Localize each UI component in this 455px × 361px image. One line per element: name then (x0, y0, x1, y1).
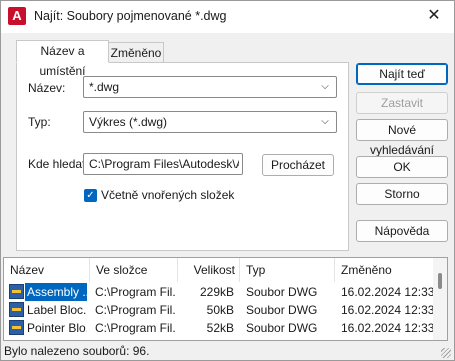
file-modified: 16.02.2024 12:33 (341, 321, 434, 335)
resize-grip-icon[interactable] (441, 348, 451, 358)
file-folder: C:\Program Fil... (95, 321, 175, 335)
window-title: Najít: Soubory pojmenované *.dwg (34, 9, 227, 23)
file-modified: 16.02.2024 12:33 (341, 285, 434, 299)
tab-panel: Název: *.dwg ⌵ Typ: Výkres (*.dwg) ⌵ Kde… (16, 62, 349, 251)
tab-label: Název a umístění (39, 44, 86, 78)
file-type: Soubor DWG (246, 285, 318, 299)
browse-button[interactable]: Procházet (262, 154, 334, 176)
file-name: Assembly ... (25, 283, 87, 301)
stop-button[interactable]: Zastavit (356, 92, 448, 114)
find-dialog-window: A Najít: Soubory pojmenované *.dwg ✕ Náz… (0, 0, 455, 361)
subfolders-label: Včetně vnořených složek (101, 188, 235, 202)
file-modified: 16.02.2024 12:33 (341, 303, 434, 317)
type-label: Typ: (28, 115, 51, 129)
file-size: 229kB (199, 285, 234, 299)
ok-button[interactable]: OK (356, 156, 448, 178)
dwg-file-icon (9, 284, 24, 299)
file-size: 52kB (206, 321, 234, 335)
tab-modified[interactable]: Změněno (108, 42, 164, 63)
type-combo[interactable]: Výkres (*.dwg) ⌵ (83, 111, 337, 133)
vertical-scrollbar[interactable] (433, 258, 447, 340)
column-header-type[interactable]: Typ (240, 258, 335, 282)
title-bar: A Najít: Soubory pojmenované *.dwg ✕ (1, 1, 454, 33)
file-folder: C:\Program Fil... (95, 303, 175, 317)
type-value: Výkres (*.dwg) (89, 115, 168, 129)
autocad-app-icon: A (8, 7, 26, 25)
column-header-modified[interactable]: Změněno (335, 258, 434, 282)
file-type: Soubor DWG (246, 303, 318, 317)
column-header-folder[interactable]: Ve složce (90, 258, 178, 282)
look-in-label: Kde hledat: (28, 157, 89, 171)
file-name: Pointer Blo... (27, 321, 87, 335)
new-search-button[interactable]: Nové vyhledávání (356, 119, 448, 157)
scrollbar-thumb[interactable] (438, 273, 442, 289)
file-folder: C:\Program Fil... (95, 285, 175, 299)
table-row[interactable]: Assembly ... C:\Program Fil... 229kB Sou… (4, 283, 434, 301)
help-button[interactable]: Nápověda (356, 220, 448, 242)
status-bar: Bylo nalezeno souborů: 96. (1, 343, 454, 360)
cancel-button[interactable]: Storno (356, 183, 448, 205)
table-row[interactable]: Label Bloc... C:\Program Fil... 50kB Sou… (4, 301, 434, 319)
look-in-value: C:\Program Files\Autodesk\A (89, 157, 239, 171)
subfolders-checkbox[interactable]: ✓ (84, 189, 97, 202)
name-value: *.dwg (89, 80, 120, 94)
close-icon[interactable]: ✕ (424, 5, 444, 27)
file-size: 50kB (206, 303, 234, 317)
column-header-name[interactable]: Název (4, 258, 90, 282)
name-combo[interactable]: *.dwg ⌵ (83, 76, 337, 98)
status-text: Bylo nalezeno souborů: 96. (4, 344, 150, 358)
column-header-size[interactable]: Velikost (178, 258, 240, 282)
tab-name-and-location[interactable]: Název a umístění (16, 40, 109, 78)
dwg-file-icon (9, 320, 24, 335)
chevron-down-icon[interactable]: ⌵ (318, 114, 332, 130)
name-label: Název: (28, 81, 66, 95)
table-row[interactable]: Pointer Blo... C:\Program Fil... 52kB So… (4, 319, 434, 337)
dwg-file-icon (9, 302, 24, 317)
results-list[interactable]: Název Ve složce Velikost Typ Změněno Ass… (3, 257, 448, 341)
file-name: Label Bloc... (27, 303, 87, 317)
tab-label: Změněno (110, 46, 162, 60)
file-type: Soubor DWG (246, 321, 318, 335)
look-in-combo[interactable]: C:\Program Files\Autodesk\A (83, 153, 243, 175)
chevron-down-icon[interactable]: ⌵ (318, 79, 332, 95)
find-now-button[interactable]: Najít teď (356, 63, 448, 85)
